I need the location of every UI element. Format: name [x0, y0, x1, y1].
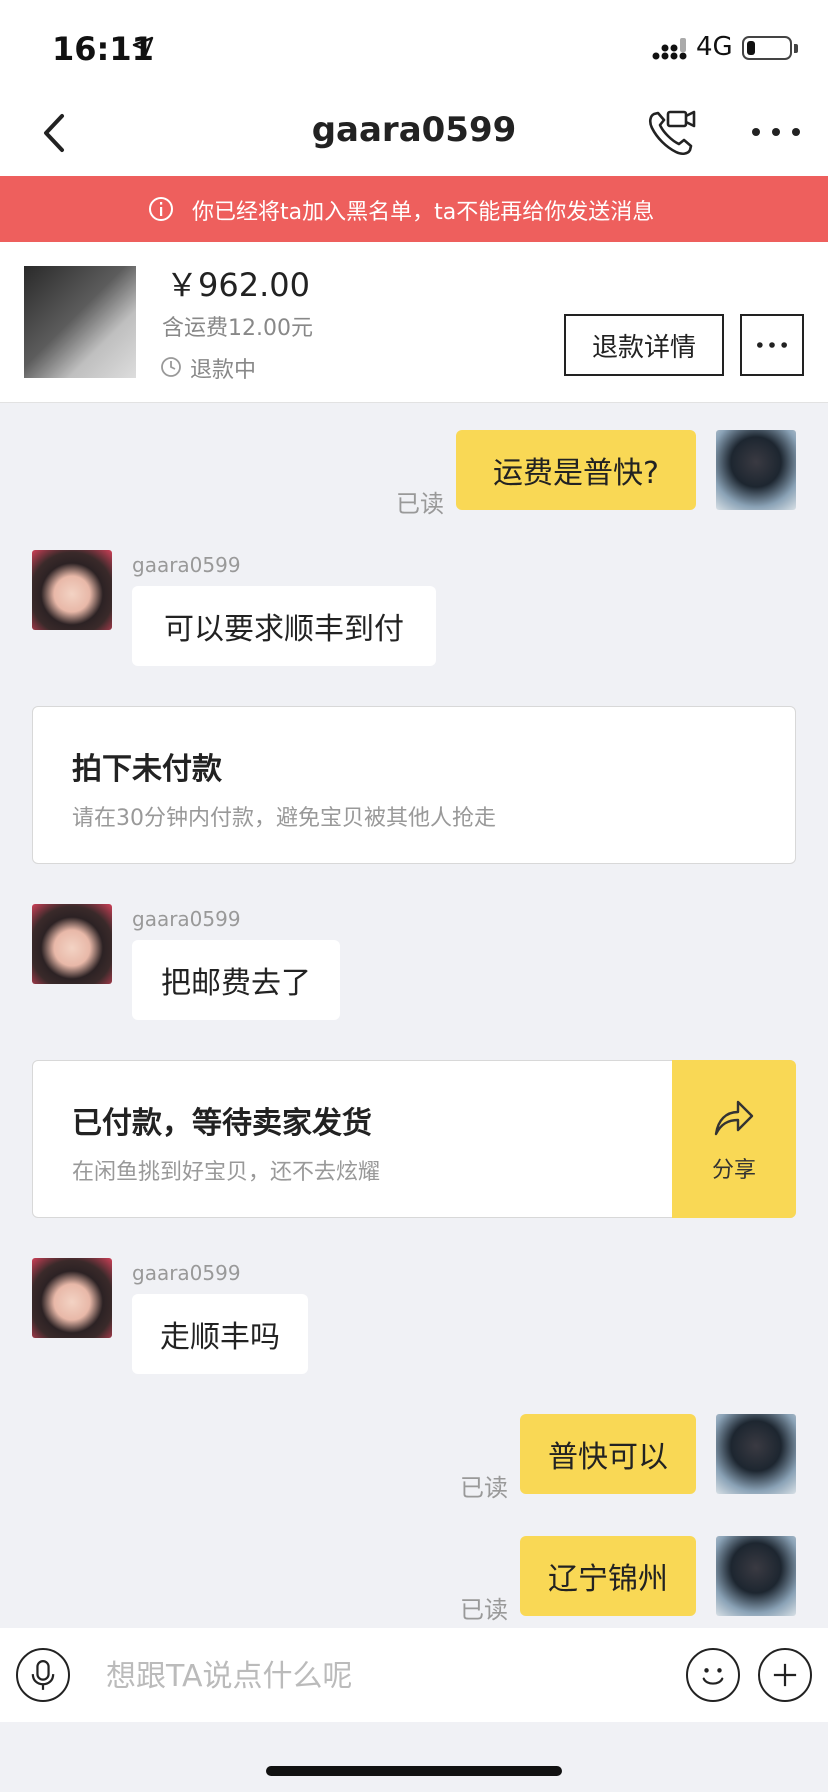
- home-indicator[interactable]: [266, 1766, 562, 1776]
- battery-icon: [742, 36, 792, 60]
- avatar-seller[interactable]: [32, 904, 112, 984]
- message-bubble-seller[interactable]: 走顺丰吗: [132, 1294, 308, 1374]
- product-price: ￥962.00: [166, 266, 310, 304]
- message-bubble-me[interactable]: 辽宁锦州: [520, 1536, 696, 1616]
- order-card-subtitle: 请在30分钟内付款，避免宝贝被其他人抢走: [72, 806, 496, 831]
- message-bubble-seller[interactable]: 可以要求顺丰到付: [132, 586, 436, 666]
- read-receipt: 已读: [460, 1596, 508, 1624]
- order-card-subtitle: 在闲鱼挑到好宝贝，还不去炫耀: [72, 1160, 381, 1185]
- avatar-seller[interactable]: [32, 550, 112, 630]
- avatar-me[interactable]: [716, 430, 796, 510]
- avatar-seller[interactable]: [32, 1258, 112, 1338]
- plus-icon[interactable]: [758, 1648, 812, 1702]
- info-icon: [149, 197, 173, 221]
- share-button[interactable]: [672, 1060, 796, 1218]
- share-icon: [714, 1100, 754, 1136]
- refund-details-button[interactable]: 退款详情: [564, 314, 724, 376]
- avatar-me[interactable]: [716, 1536, 796, 1616]
- sender-name: gaara0599: [132, 1261, 241, 1285]
- video-call-icon[interactable]: [646, 106, 698, 158]
- read-receipt: 已读: [460, 1474, 508, 1502]
- blacklist-banner-text: 你已经将ta加入黑名单，ta不能再给你发送消息: [192, 200, 655, 225]
- message-bubble-me[interactable]: 普快可以: [520, 1414, 696, 1494]
- avatar-me[interactable]: [716, 1414, 796, 1494]
- product-more-icon[interactable]: [740, 314, 804, 376]
- sender-name: gaara0599: [132, 907, 241, 931]
- page-title: gaara0599: [311, 110, 517, 150]
- message-bubble-me[interactable]: 运费是普快?: [456, 430, 696, 510]
- clock-icon: [161, 357, 181, 377]
- message-input[interactable]: [104, 1655, 668, 1697]
- location-arrow-icon: [132, 36, 154, 58]
- signal-strength-icon: [652, 38, 687, 60]
- message-bubble-seller[interactable]: 把邮费去了: [132, 940, 340, 1020]
- microphone-icon[interactable]: [16, 1648, 70, 1702]
- emoji-icon[interactable]: [686, 1648, 740, 1702]
- battery-fill: [747, 41, 755, 55]
- refund-status: 退款中: [190, 358, 257, 383]
- battery-nub: [794, 44, 798, 53]
- shipping-fee: 含运费12.00元: [162, 316, 313, 341]
- share-label: 分享: [711, 1158, 756, 1183]
- sender-name: gaara0599: [132, 553, 241, 577]
- order-card-title: 已付款，等待卖家发货: [72, 1106, 372, 1141]
- order-card-title: 拍下未付款: [72, 752, 222, 787]
- more-dots-icon[interactable]: [748, 110, 804, 154]
- product-thumbnail[interactable]: [24, 266, 136, 378]
- read-receipt: 已读: [396, 490, 444, 518]
- network-type: 4G: [696, 32, 733, 62]
